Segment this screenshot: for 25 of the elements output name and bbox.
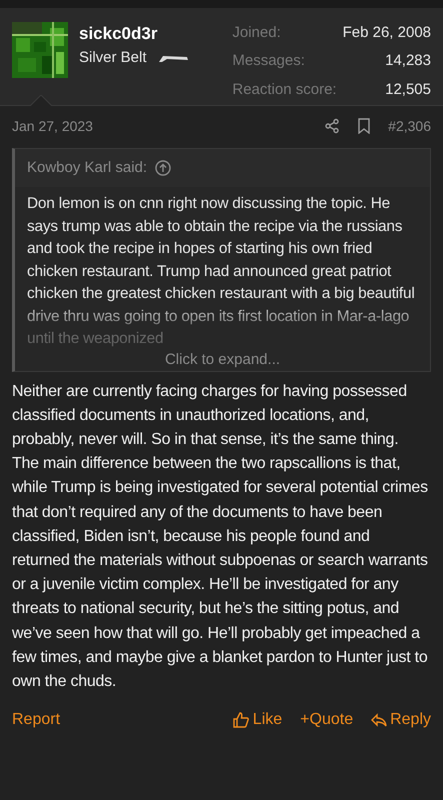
stat-value: 12,505: [384, 80, 431, 100]
username[interactable]: sickc0d3r: [79, 22, 189, 46]
post-number[interactable]: #2,306: [388, 116, 431, 136]
stat-value: Feb 26, 2008: [342, 23, 431, 43]
quote-author[interactable]: Kowboy Karl said:: [27, 156, 148, 180]
report-link[interactable]: Report: [12, 708, 60, 732]
thumbs-up-icon: [232, 712, 249, 728]
quote-button[interactable]: +Quote: [300, 708, 354, 732]
stat-value: 14,283: [384, 51, 431, 72]
post-paragraph: Neither are currently facing charges for having possessed classified documents in unauthorized locations, and, probably, never will. So in that sense, it’s the same thing.: [12, 382, 408, 450]
stat-label: Joined:: [232, 23, 282, 43]
reply-icon: [371, 712, 388, 728]
stat-label: Messages:: [232, 51, 306, 72]
arrow-up-icon[interactable]: [155, 160, 172, 176]
post-date[interactable]: Jan 27, 2023: [12, 116, 93, 136]
like-button[interactable]: Like: [232, 708, 282, 732]
post-paragraph: The main difference between the two rapscallions is that, while Trump is being investigated for several potential crimes that don’t required any of the documents to have been classified, Biden isn’t, because his people found and returned the materials without subpoenas or search warrants or a juvenile victim complex. He’ll be investigated for any threats to national security, but he’s the sitting potus, and we’ve seen how that will go. He’ll probably get impeached a few times, and maybe give a blanket pardon to Hunter just to own the chuds.: [12, 454, 429, 692]
reply-button[interactable]: Reply: [371, 708, 431, 732]
share-icon[interactable]: [324, 118, 340, 134]
gun-icon: [156, 53, 189, 63]
expand-link[interactable]: Click to expand...: [164, 350, 280, 368]
stat-label: Reaction score:: [232, 80, 337, 100]
quote-text: Don lemon is on cnn right now discussing the topic. He says trump was able to obtain the recipe via the russians and took the recipe in hopes of starting his own fried chicken restaurant. Trump had announced great patriot chicken the greatest chicken restaurant with a big beautiful drive thru was going to open its first location in Mar-a-lago until the weaponized: [27, 194, 416, 349]
bookmark-icon[interactable]: [358, 118, 370, 134]
user-title: Silver Belt: [79, 48, 147, 68]
